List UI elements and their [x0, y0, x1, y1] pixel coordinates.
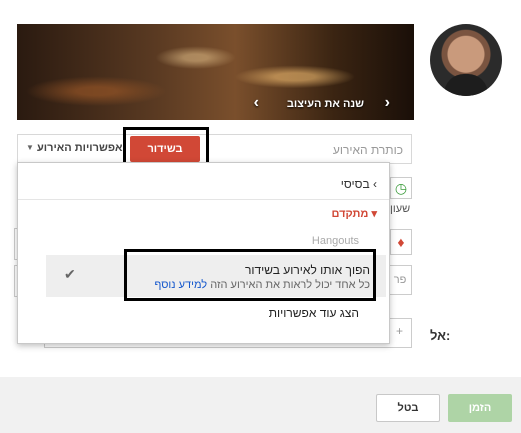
- highlight-box: [124, 249, 376, 301]
- to-label: אל:: [430, 328, 451, 343]
- advanced-label: מתקדם: [331, 208, 369, 220]
- basic-section-toggle[interactable]: בסיסי ‹: [341, 177, 377, 191]
- time-label: שעון: [390, 203, 411, 215]
- footer-bar: [0, 377, 521, 433]
- chevron-left-icon: ‹: [373, 177, 377, 191]
- cancel-button[interactable]: בטל: [376, 394, 440, 422]
- event-title-placeholder: כותרת האירוע: [332, 143, 403, 157]
- divider: [18, 199, 389, 200]
- event-options-dropdown[interactable]: אפשרויות האירוע: [37, 142, 123, 154]
- hangouts-label: Hangouts: [311, 235, 359, 247]
- advanced-section-toggle[interactable]: מתקדם ▾: [332, 207, 377, 220]
- chevron-down-icon: ▾: [371, 208, 377, 220]
- show-more-options-link[interactable]: הצג עוד אפשרויות: [269, 306, 359, 320]
- privacy-field[interactable]: פר: [388, 265, 412, 295]
- location-pin-icon[interactable]: ♦: [390, 229, 412, 255]
- chevron-down-icon: ▼: [26, 143, 34, 152]
- clock-icon[interactable]: ◷: [390, 177, 412, 199]
- invite-button[interactable]: הזמן: [448, 394, 512, 422]
- event-banner-image: › שנה את העיצוב ‹: [17, 24, 414, 120]
- add-invite-icon[interactable]: +: [396, 324, 403, 338]
- change-theme-link[interactable]: שנה את העיצוב: [287, 98, 364, 110]
- avatar[interactable]: [430, 24, 502, 96]
- basic-label: בסיסי: [340, 177, 370, 191]
- prev-theme-arrow-icon[interactable]: ‹: [254, 94, 259, 112]
- next-theme-arrow-icon[interactable]: ›: [385, 94, 390, 112]
- checkmark-icon: ✔: [64, 266, 76, 282]
